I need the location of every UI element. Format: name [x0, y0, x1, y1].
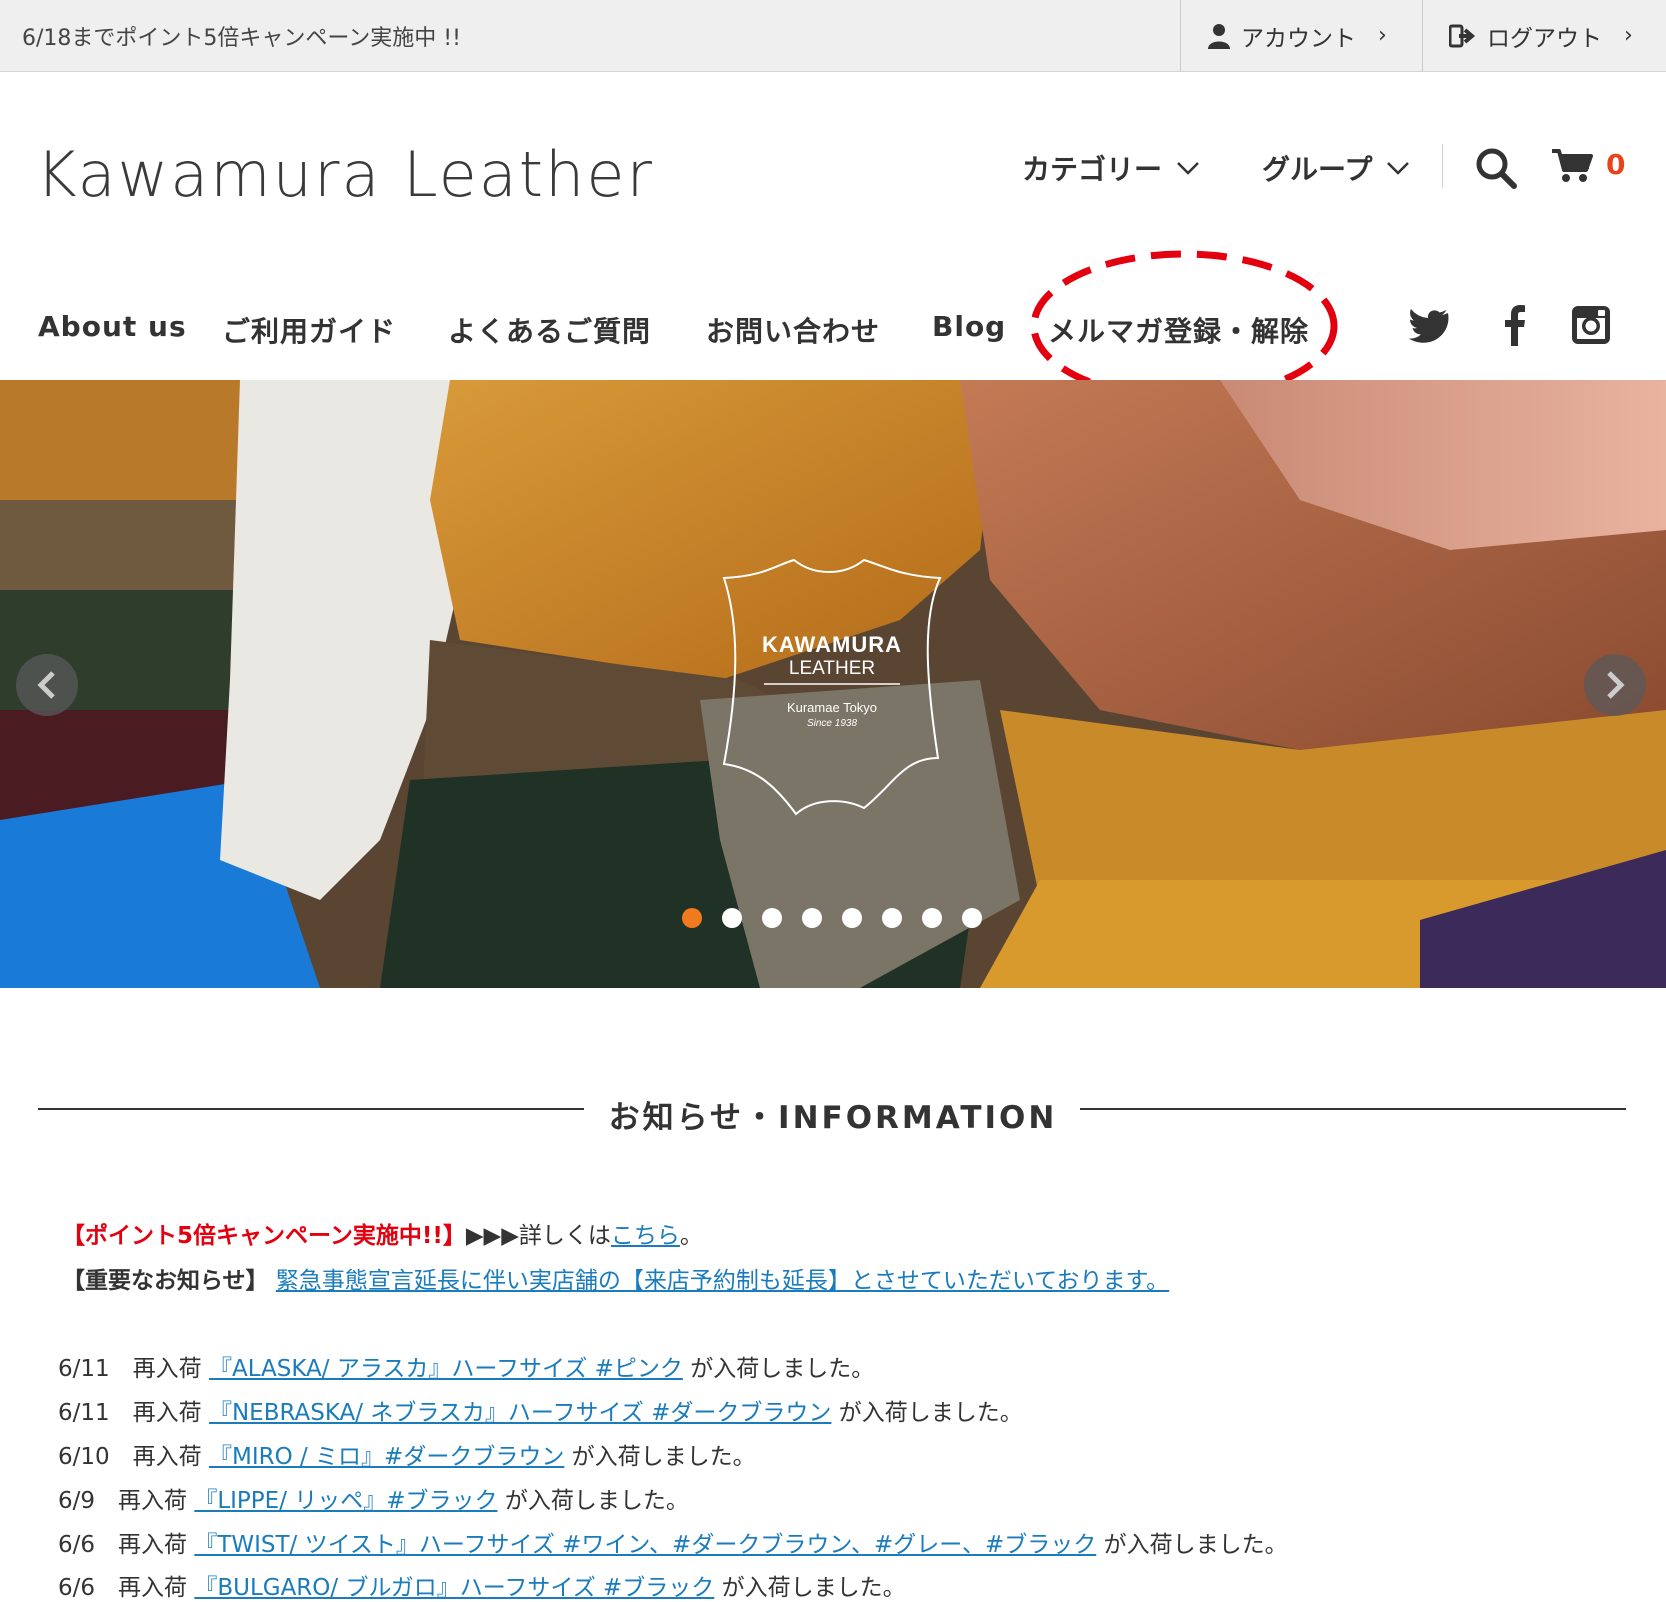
- emblem-line1: KAWAMURA: [762, 632, 902, 657]
- news-type: 再入荷: [132, 1400, 202, 1426]
- account-button[interactable]: アカウント ›: [1180, 0, 1422, 71]
- news-link[interactable]: 『LIPPE/ リッペ』#ブラック: [194, 1488, 497, 1514]
- hero-emblem-text: KAWAMURA LEATHER Kuramae Tokyo Since 193…: [704, 558, 960, 818]
- news-link[interactable]: 『TWIST/ ツイスト』ハーフサイズ #ワイン、#ダークブラウン、#グレー、#…: [194, 1532, 1096, 1558]
- news-suffix: が入荷しました。: [571, 1444, 756, 1470]
- news-link[interactable]: 『NEBRASKA/ ネブラスカ』ハーフサイズ #ダークブラウン: [209, 1400, 831, 1426]
- important-link[interactable]: 緊急事態宣言延長に伴い実店舗の【来店予約制も延長】とさせていただいております。: [276, 1268, 1169, 1294]
- news-suffix: が入荷しました。: [721, 1575, 906, 1601]
- info-section-title: お知らせ・INFORMATION: [608, 1100, 1058, 1136]
- news-item: 6/10 再入荷 『MIRO / ミロ』#ダークブラウン が入荷しました。: [58, 1437, 756, 1471]
- slider-prev-button[interactable]: [16, 654, 78, 716]
- nav-blog[interactable]: Blog: [932, 310, 1006, 343]
- account-label: アカウント: [1241, 25, 1356, 52]
- user-icon: [1208, 23, 1230, 49]
- news-item: 6/6 再入荷 『TWIST/ ツイスト』ハーフサイズ #ワイン、#ダークブラウ…: [58, 1525, 1288, 1559]
- chevron-right-icon: ›: [1624, 23, 1633, 48]
- search-icon[interactable]: [1474, 146, 1518, 190]
- promo-text: 6/18までポイント5倍キャンペーン実施中 !!: [22, 26, 461, 51]
- news-date: 6/11: [58, 1356, 110, 1382]
- emblem-line4: Since 1938: [806, 718, 858, 729]
- instagram-icon[interactable]: [1570, 304, 1612, 346]
- group-menu[interactable]: グループ: [1262, 148, 1410, 188]
- campaign-link[interactable]: こちら: [611, 1223, 680, 1249]
- campaign-text: ▶▶▶詳しくは: [465, 1223, 611, 1249]
- slider-dot[interactable]: [802, 908, 822, 928]
- logout-icon: [1449, 24, 1476, 47]
- campaign-notice: 【ポイント5倍キャンペーン実施中!!】▶▶▶詳しくはこちら。: [62, 1216, 703, 1250]
- important-notice: 【重要なお知らせ】 緊急事態宣言延長に伴い実店舗の【来店予約制も延長】とさせてい…: [62, 1261, 1169, 1295]
- emblem-line2: LEATHER: [788, 658, 876, 679]
- facebook-icon[interactable]: [1494, 304, 1536, 346]
- slider-dot[interactable]: [722, 908, 742, 928]
- nav-about-us[interactable]: About us: [38, 310, 187, 343]
- cart-icon[interactable]: [1550, 148, 1594, 184]
- news-item: 6/11 再入荷 『NEBRASKA/ ネブラスカ』ハーフサイズ #ダークブラウ…: [58, 1393, 1023, 1427]
- news-suffix: が入荷しました。: [504, 1488, 689, 1514]
- news-suffix: が入荷しました。: [838, 1400, 1023, 1426]
- header-divider: [1442, 144, 1443, 188]
- twitter-icon[interactable]: [1408, 304, 1450, 346]
- slider-dot[interactable]: [762, 908, 782, 928]
- news-suffix: が入荷しました。: [690, 1356, 875, 1382]
- slider-dot[interactable]: [882, 908, 902, 928]
- cart-count: 0: [1606, 148, 1626, 181]
- slider-dot[interactable]: [922, 908, 942, 928]
- chevron-right-icon: [1607, 671, 1625, 699]
- category-label: カテゴリー: [1022, 153, 1163, 186]
- news-suffix: が入荷しました。: [1103, 1532, 1288, 1558]
- news-link[interactable]: 『BULGARO/ ブルガロ』ハーフサイズ #ブラック: [194, 1575, 714, 1601]
- news-date: 6/11: [58, 1400, 110, 1426]
- nav-contact[interactable]: お問い合わせ: [706, 310, 880, 350]
- news-type: 再入荷: [132, 1356, 202, 1382]
- chevron-right-icon: ›: [1378, 23, 1387, 48]
- news-date: 6/6: [58, 1532, 96, 1558]
- nav-guide[interactable]: ご利用ガイド: [222, 310, 396, 350]
- nav-faq[interactable]: よくあるご質問: [448, 310, 651, 350]
- logout-label: ログアウト: [1487, 25, 1602, 52]
- logout-button[interactable]: ログアウト ›: [1422, 0, 1666, 71]
- slider-dots: [682, 908, 982, 928]
- slider-dot[interactable]: [842, 908, 862, 928]
- news-item: 6/6 再入荷 『BULGARO/ ブルガロ』ハーフサイズ #ブラック が入荷し…: [58, 1568, 906, 1602]
- news-type: 再入荷: [132, 1444, 202, 1470]
- news-item: 6/9 再入荷 『LIPPE/ リッペ』#ブラック が入荷しました。: [58, 1481, 689, 1515]
- important-tag: 【重要なお知らせ】: [62, 1268, 269, 1294]
- slider-next-button[interactable]: [1584, 654, 1646, 716]
- chevron-left-icon: [37, 671, 55, 699]
- chevron-down-icon: [1177, 162, 1199, 175]
- site-logo[interactable]: Kawamura Leather: [36, 138, 654, 211]
- news-type: 再入荷: [118, 1488, 188, 1514]
- category-menu[interactable]: カテゴリー: [1022, 148, 1200, 188]
- news-link[interactable]: 『MIRO / ミロ』#ダークブラウン: [209, 1444, 564, 1470]
- chevron-down-icon: [1387, 162, 1410, 175]
- campaign-end: 。: [679, 1223, 703, 1249]
- emblem-line3: Kuramae Tokyo: [786, 700, 878, 715]
- news-date: 6/10: [58, 1444, 110, 1470]
- news-item: 6/11 再入荷 『ALASKA/ アラスカ』ハーフサイズ #ピンク が入荷しま…: [58, 1349, 874, 1383]
- top-bar: 6/18までポイント5倍キャンペーン実施中 !! アカウント › ログアウト ›: [0, 0, 1666, 72]
- news-date: 6/9: [58, 1488, 96, 1514]
- slider-dot[interactable]: [962, 908, 982, 928]
- campaign-tag: 【ポイント5倍キャンペーン実施中!!】: [62, 1223, 466, 1249]
- group-label: グループ: [1262, 153, 1373, 186]
- news-link[interactable]: 『ALASKA/ アラスカ』ハーフサイズ #ピンク: [209, 1356, 683, 1382]
- slider-dot[interactable]: [682, 908, 702, 928]
- news-type: 再入荷: [118, 1532, 188, 1558]
- news-date: 6/6: [58, 1575, 96, 1601]
- news-type: 再入荷: [118, 1575, 188, 1601]
